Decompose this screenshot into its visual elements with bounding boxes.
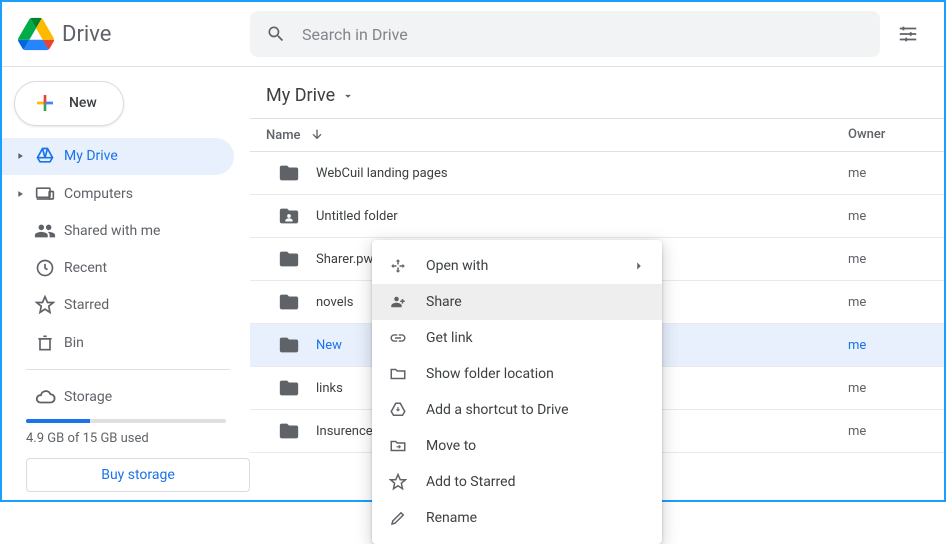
sidebar-item-shared[interactable]: Shared with me [2,212,234,249]
expand-icon[interactable] [14,150,26,162]
divider [26,369,230,370]
menu-item-label: Open with [426,258,488,274]
sidebar: New My Drive Computers Shared with me Re… [2,67,250,500]
app-name: Drive [62,22,111,47]
folder-icon [278,162,300,184]
buy-storage-button[interactable]: Buy storage [26,458,250,492]
menu-item-shortcut[interactable]: Add a shortcut to Drive [372,392,662,428]
clock-icon [34,257,56,279]
file-name: Sharer.pw [316,252,373,267]
advanced-search-button[interactable] [888,14,928,54]
folder-icon [278,420,300,442]
new-button[interactable]: New [14,81,124,126]
sidebar-item-recent[interactable]: Recent [2,249,234,286]
menu-item-open-with[interactable]: Open with [372,248,662,284]
logo-area[interactable]: Drive [18,16,250,52]
sidebar-item-starred[interactable]: Starred [2,287,234,324]
sidebar-item-label: Bin [64,335,84,351]
file-row[interactable]: Untitled folder me [250,195,944,238]
breadcrumb[interactable]: My Drive [250,67,944,118]
menu-item-star[interactable]: Add to Starred [372,464,662,500]
expand-icon[interactable] [14,188,26,200]
menu-item-get-link[interactable]: Get link [372,320,662,356]
shortcut-icon [388,400,408,420]
chevron-down-icon [341,89,355,103]
file-row[interactable]: WebCuil landing pages me [250,152,944,195]
menu-item-show-location[interactable]: Show folder location [372,356,662,392]
menu-item-label: Get link [426,330,473,346]
folder-icon [278,248,300,270]
chevron-right-icon [632,259,646,273]
people-icon [34,220,56,242]
pencil-icon [388,508,408,528]
sidebar-item-label: Starred [64,297,109,313]
link-icon [388,328,408,348]
sidebar-item-label: Storage [64,389,112,405]
menu-item-move-to[interactable]: Move to [372,428,662,464]
folder-icon [278,377,300,399]
sidebar-item-label: Computers [64,186,133,202]
search-input[interactable] [302,25,864,44]
menu-item-label: Add a shortcut to Drive [426,402,569,418]
new-button-label: New [69,95,97,111]
sidebar-item-label: Recent [64,260,107,276]
trash-icon [34,332,56,354]
computers-icon [34,183,56,205]
folder-icon [278,291,300,313]
cloud-icon [34,386,56,408]
drive-logo-icon [18,16,54,52]
folder-outline-icon [388,364,408,384]
open-with-icon [388,256,408,276]
context-menu: Open with Share Get link Show folder loc… [372,240,662,544]
sidebar-item-computers[interactable]: Computers [2,175,234,212]
tune-icon [897,23,919,45]
move-icon [388,436,408,456]
menu-item-label: Rename [426,510,477,526]
menu-item-label: Share [426,294,462,310]
star-icon [34,294,56,316]
sidebar-item-my-drive[interactable]: My Drive [2,138,234,175]
sidebar-item-label: Shared with me [64,223,160,239]
file-owner: me [848,295,928,310]
file-owner: me [848,381,928,396]
menu-item-rename[interactable]: Rename [372,500,662,536]
file-owner: me [848,209,928,224]
drive-icon [34,145,56,167]
folder-icon [278,334,300,356]
file-owner: me [848,338,928,353]
person-add-icon [388,292,408,312]
menu-item-share[interactable]: Share [372,284,662,320]
file-name: Untitled folder [316,209,398,224]
search-icon [266,24,286,44]
table-header: Name Owner [250,118,944,152]
file-name: novels [316,295,353,310]
menu-item-label: Move to [426,438,476,454]
column-owner-header[interactable]: Owner [848,127,928,143]
file-name: links [316,381,343,396]
arrow-down-icon [309,127,325,143]
shared-folder-icon [278,205,300,227]
star-icon [388,472,408,492]
sidebar-item-storage[interactable]: Storage [2,378,234,415]
quota-text: 4.9 GB of 15 GB used [2,423,250,454]
breadcrumb-label: My Drive [266,85,335,106]
plus-icon [33,91,57,115]
file-name: WebCuil landing pages [316,166,448,181]
app-header: Drive [2,2,944,66]
menu-item-label: Add to Starred [426,474,515,490]
file-owner: me [848,166,928,181]
file-name: Insurence [316,424,373,439]
file-owner: me [848,252,928,267]
menu-item-label: Show folder location [426,366,554,382]
column-name-header[interactable]: Name [266,127,848,143]
file-name: New [316,338,342,353]
file-owner: me [848,424,928,439]
search-bar[interactable] [250,11,880,57]
sidebar-item-bin[interactable]: Bin [2,324,234,361]
sidebar-item-label: My Drive [64,148,118,164]
